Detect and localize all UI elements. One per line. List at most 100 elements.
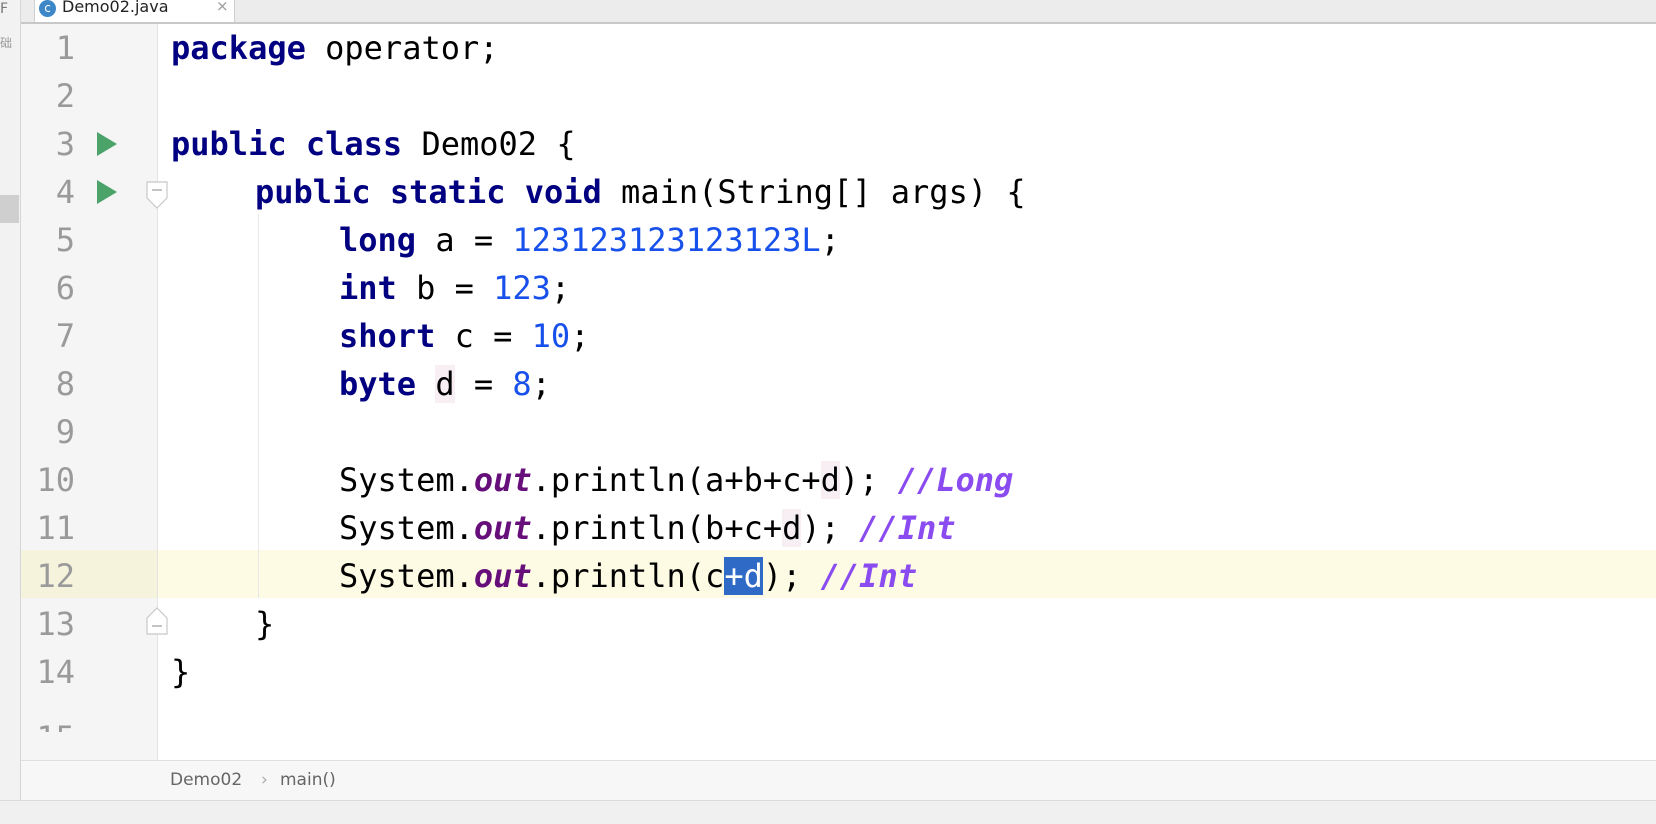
expression: a+b+c+	[705, 461, 821, 499]
semicolon: ;	[820, 221, 840, 259]
breadcrumb-separator: ›	[261, 770, 268, 790]
keyword-short: short	[339, 317, 436, 355]
code-line-5[interactable]: long a = 123123123123123L;	[339, 216, 840, 264]
var-b-decl: b =	[396, 269, 494, 307]
keyword-class: class	[305, 125, 403, 163]
keyword-int: int	[339, 269, 397, 307]
keyword-void: void	[524, 173, 602, 211]
project-panel-edge[interactable]: F 础	[0, 0, 21, 800]
code-line-14[interactable]: }	[171, 648, 190, 696]
code-line-3[interactable]: public class Demo02 {	[171, 120, 576, 168]
line-number: 12	[36, 557, 75, 595]
code-line-13[interactable]: }	[255, 600, 274, 648]
code-line-1[interactable]: package operator;	[171, 24, 499, 72]
println-call: .println(	[531, 557, 706, 595]
editor-tab-bar: c Demo02.java ×	[21, 0, 1656, 24]
semicolon: ;	[531, 365, 551, 403]
println-call: .println(	[531, 509, 706, 547]
system-class: System.	[339, 461, 474, 499]
semicolon: ;	[570, 317, 590, 355]
code-editor[interactable]: 1 2 3 4 5 6 7 8 9 10 11 12 13 14 15 pack	[21, 24, 1656, 760]
var-d-highlight: d	[782, 509, 802, 547]
line-number: 14	[36, 653, 75, 691]
java-class-icon: c	[39, 0, 56, 17]
code-line-6[interactable]: int b = 123;	[339, 264, 570, 312]
var-c-decl: c =	[435, 317, 532, 355]
keyword-public: public	[255, 173, 371, 211]
keyword-package: package	[171, 29, 306, 67]
status-bar	[0, 800, 1656, 824]
number-literal: 123123123123123L	[512, 221, 821, 259]
line-number: 1	[55, 29, 75, 67]
comment: //Int	[820, 557, 917, 595]
close-icon[interactable]: ×	[216, 0, 229, 14]
line-number: 15	[21, 714, 75, 732]
main-signature: main(String[] args) {	[601, 173, 1026, 211]
class-declaration: Demo02 {	[402, 125, 576, 163]
number-literal: 10	[531, 317, 571, 355]
number-literal: 8	[512, 365, 532, 403]
var-a-decl: a =	[416, 221, 513, 259]
line-number: 2	[55, 77, 75, 115]
println-call: .println(	[531, 461, 706, 499]
selected-text: +d	[724, 557, 763, 595]
panel-label-fragment: 础	[0, 36, 13, 50]
line-number: 7	[55, 317, 75, 355]
keyword-static: static	[389, 173, 506, 211]
static-field-out: out	[473, 509, 532, 547]
var-d-highlight: d	[435, 365, 455, 403]
panel-selection-marker	[0, 195, 19, 223]
line-number: 13	[36, 605, 75, 643]
code-line-8[interactable]: byte d = 8;	[339, 360, 551, 408]
line-number: 6	[55, 269, 75, 307]
breadcrumb-method[interactable]: main()	[280, 761, 336, 799]
close-paren: );	[839, 461, 898, 499]
expression: c	[705, 557, 725, 595]
fold-icon[interactable]	[145, 168, 169, 216]
code-line-12[interactable]: System.out.println(c+d); //Int	[339, 552, 917, 600]
run-icon[interactable]	[93, 168, 121, 216]
breadcrumb-class[interactable]: Demo02	[170, 761, 242, 799]
comment: //Long	[897, 461, 1014, 499]
ide-window: F 础 c Demo02.java × 1 2 3 4 5 6 7 8 9 10…	[0, 0, 1656, 824]
assign-op: =	[454, 365, 513, 403]
tab-label: Demo02.java	[62, 0, 169, 16]
line-number: 10	[36, 461, 75, 499]
line-number: 8	[55, 365, 75, 403]
static-field-out: out	[473, 461, 532, 499]
keyword-byte: byte	[339, 365, 417, 403]
close-brace: }	[255, 605, 275, 643]
close-paren: );	[801, 509, 860, 547]
code-line-10[interactable]: System.out.println(a+b+c+d); //Long	[339, 456, 1013, 504]
line-number: 3	[55, 125, 75, 163]
fold-icon[interactable]	[145, 600, 169, 648]
semicolon: ;	[550, 269, 571, 307]
static-field-out: out	[473, 557, 532, 595]
indent-guide	[258, 214, 259, 598]
code-line-11[interactable]: System.out.println(b+c+d); //Int	[339, 504, 956, 552]
close-brace: }	[171, 653, 191, 691]
code-line-7[interactable]: short c = 10;	[339, 312, 589, 360]
comment: //Int	[859, 509, 956, 547]
tab-demo02-java[interactable]: c Demo02.java ×	[34, 0, 235, 22]
keyword-public: public	[171, 125, 287, 163]
panel-glyph: F	[0, 1, 9, 17]
var-d-highlight: d	[820, 461, 840, 499]
package-name: operator;	[305, 29, 499, 67]
close-paren: );	[762, 557, 821, 595]
number-literal: 123	[493, 269, 551, 307]
line-number: 4	[55, 173, 75, 211]
run-icon[interactable]	[93, 120, 121, 168]
breadcrumb: Demo02 › main()	[21, 760, 1656, 800]
line-number: 5	[55, 221, 75, 259]
keyword-long: long	[339, 221, 417, 259]
system-class: System.	[339, 509, 474, 547]
line-number: 11	[36, 509, 75, 547]
expression: b+c+	[705, 509, 783, 547]
line-number: 9	[55, 413, 75, 451]
code-line-4[interactable]: public static void main(String[] args) {	[255, 168, 1026, 216]
